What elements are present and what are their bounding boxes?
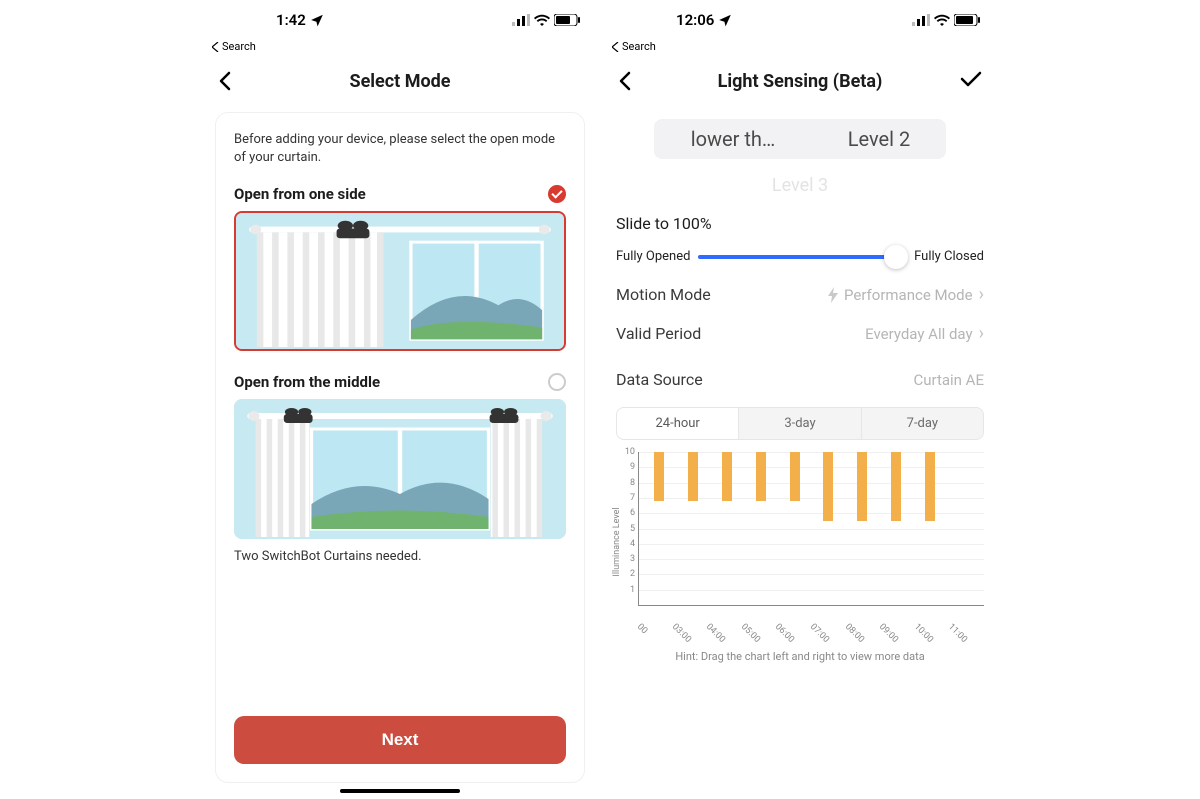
row-motion-mode[interactable]: Motion Mode Performance Mode ›: [616, 284, 984, 305]
page-title: Light Sensing (Beta): [600, 71, 1000, 92]
x-tick-label: 10:00: [912, 622, 941, 651]
slider-max-label: Fully Closed: [914, 249, 984, 264]
illustration-middle[interactable]: [234, 399, 566, 539]
status-bar: 12:06: [600, 0, 1000, 40]
seg-7-day[interactable]: 7-day: [862, 408, 983, 439]
bar: [891, 452, 901, 521]
option-helper-text: Two SwitchBot Curtains needed.: [234, 549, 566, 564]
light-sensing-body: lower th… Level 2 Level 3 Slide to 100% …: [600, 105, 1000, 671]
option-open-middle[interactable]: Open from the middle: [234, 373, 566, 391]
picker-ghost-option: Level 3: [616, 175, 984, 196]
slider-title: Slide to 100%: [616, 214, 984, 233]
bar: [925, 452, 935, 521]
phone-light-sensing: 12:06 Search Light Sensing (Beta): [600, 0, 1000, 799]
bolt-icon: [828, 287, 838, 303]
setting-value: Performance Mode: [844, 286, 973, 304]
x-tick-label: 11:00: [946, 622, 975, 651]
x-axis-labels: 0003:0004:0005:0006:0007:0008:0009:0010:…: [638, 620, 984, 632]
breadcrumb-label: Search: [622, 40, 656, 53]
slider-track: [698, 255, 906, 259]
chart-range-segmented: 24-hour 3-day 7-day: [616, 407, 984, 440]
content-card: Before adding your device, please select…: [216, 113, 584, 782]
illuminance-chart[interactable]: Illuminance Level 12345678910 0003:0004:…: [616, 452, 984, 632]
bar: [823, 452, 833, 521]
location-services-icon: [310, 13, 324, 27]
radio-checked-icon: [548, 185, 566, 203]
x-tick-label: 03:00: [670, 622, 699, 651]
phone-select-mode: 1:42 Search Select Mode Before adding yo…: [200, 0, 600, 799]
x-tick-label: 04:00: [704, 622, 733, 651]
status-time: 1:42: [276, 11, 306, 29]
x-tick-label: 08:00: [842, 622, 871, 651]
bar: [756, 452, 766, 501]
breadcrumb[interactable]: Search: [200, 40, 600, 57]
status-bar: 1:42: [200, 0, 600, 40]
bar: [857, 452, 867, 521]
intro-text: Before adding your device, please select…: [234, 131, 566, 167]
back-button[interactable]: [618, 71, 632, 91]
setting-value: Curtain AE: [913, 371, 984, 389]
bar: [790, 452, 800, 501]
confirm-button[interactable]: [960, 71, 982, 91]
radio-unchecked-icon: [548, 373, 566, 391]
chart-hint: Hint: Drag the chart left and right to v…: [616, 650, 984, 663]
slider-thumb[interactable]: [884, 245, 908, 269]
battery-icon: [954, 14, 980, 26]
option-label: Open from one side: [234, 185, 366, 203]
x-tick-label: 09:00: [877, 622, 906, 651]
setting-label: Data Source: [616, 370, 703, 389]
picker-right: Level 2: [812, 127, 946, 151]
chevron-right-icon: ›: [979, 284, 984, 305]
bar: [654, 452, 664, 501]
cellular-signal-icon: [912, 14, 930, 26]
nav-bar: Light Sensing (Beta): [600, 57, 1000, 105]
nav-bar: Select Mode: [200, 57, 600, 105]
row-valid-period[interactable]: Valid Period Everyday All day ›: [616, 323, 984, 344]
breadcrumb-label: Search: [222, 40, 256, 53]
x-tick-label: 05:00: [739, 622, 768, 651]
x-tick-label: 07:00: [808, 622, 837, 651]
setting-label: Valid Period: [616, 324, 701, 343]
page-title: Select Mode: [200, 71, 600, 92]
chart-area: 12345678910: [638, 452, 984, 606]
cellular-signal-icon: [512, 14, 530, 26]
status-time: 12:06: [676, 11, 714, 29]
breadcrumb[interactable]: Search: [600, 40, 1000, 57]
option-open-one-side[interactable]: Open from one side: [234, 185, 566, 203]
chevron-right-icon: ›: [979, 323, 984, 344]
back-button[interactable]: [218, 71, 232, 91]
x-tick-label: 00: [635, 622, 664, 651]
wifi-icon: [934, 14, 950, 26]
home-indicator[interactable]: [340, 789, 460, 793]
x-tick-label: 06:00: [773, 622, 802, 651]
picker-left: lower th…: [654, 127, 812, 151]
slide-position-slider[interactable]: Fully Opened Fully Closed: [616, 249, 984, 264]
setting-value: Everyday All day: [865, 325, 972, 343]
battery-icon: [554, 14, 580, 26]
next-button[interactable]: Next: [234, 716, 566, 764]
row-data-source: Data Source Curtain AE: [616, 370, 984, 389]
wifi-icon: [534, 14, 550, 26]
setting-label: Motion Mode: [616, 285, 711, 304]
location-services-icon: [718, 13, 732, 27]
slider-min-label: Fully Opened: [616, 249, 690, 264]
illustration-one-side[interactable]: [234, 211, 566, 351]
bar: [688, 452, 698, 501]
level-picker[interactable]: lower th… Level 2: [654, 119, 946, 159]
seg-3-day[interactable]: 3-day: [739, 408, 861, 439]
seg-24-hour[interactable]: 24-hour: [617, 408, 739, 439]
option-label: Open from the middle: [234, 373, 380, 391]
bar: [722, 452, 732, 501]
